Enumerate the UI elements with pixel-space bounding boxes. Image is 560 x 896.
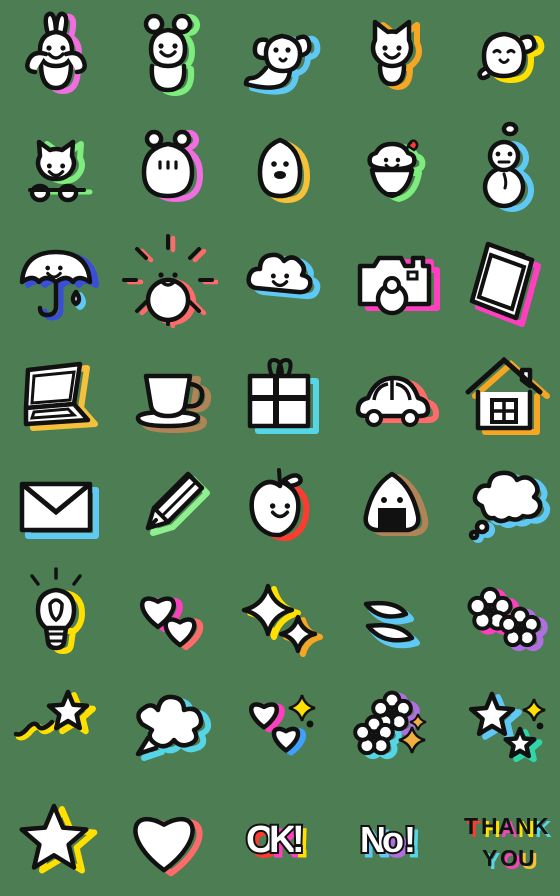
emoji-cell-pencil[interactable]: Pencil — [112, 448, 224, 560]
svg-text:K: K — [532, 813, 549, 839]
emoji-cell-shaved-ice[interactable]: Shaved ice — [336, 112, 448, 224]
svg-text:A: A — [498, 813, 515, 839]
emoji-cell-cat-smiling[interactable]: Cat smiling — [336, 0, 448, 112]
emoji-cell-stars-sparkle[interactable]: Stars with sparkle — [448, 672, 560, 784]
emoji-cell-seal-winking[interactable]: Seal winking — [448, 0, 560, 112]
emoji-cell-text-thank-you[interactable]: TTHHAANNKKYYOOUUTHANK YOU — [448, 784, 560, 896]
emoji-cell-house[interactable]: House — [448, 336, 560, 448]
emoji-cell-two-flowers[interactable]: Two flowers — [448, 560, 560, 672]
svg-text:!: ! — [292, 819, 305, 861]
emoji-cell-envelope[interactable]: Envelope — [0, 448, 112, 560]
emoji-cell-sweat-drops[interactable]: Sweat drops — [336, 560, 448, 672]
emoji-cell-rice-ball[interactable]: Rice ball onigiri — [336, 448, 448, 560]
emoji-cell-gift-box[interactable]: Gift box — [224, 336, 336, 448]
emoji-cell-thought-bubble[interactable]: Thought bubble — [448, 448, 560, 560]
emoji-cell-sparkles[interactable]: Sparkles — [224, 560, 336, 672]
emoji-cell-two-hearts[interactable]: Two hearts — [112, 560, 224, 672]
svg-text:O: O — [500, 845, 518, 871]
emoji-cell-text-ok[interactable]: OK!OK!OK! — [224, 784, 336, 896]
emoji-cell-laptop[interactable]: Laptop — [0, 336, 112, 448]
emoji-cell-umbrella-rain[interactable]: Umbrella with raindrop — [0, 224, 112, 336]
emoji-cell-text-no[interactable]: No!No!No! — [336, 784, 448, 896]
emoji-cell-cat-peeking[interactable]: Cat peeking — [0, 112, 112, 224]
emoji-sticker-grid: Rabbit wavingBear smilingDog wavingCat s… — [0, 0, 560, 896]
emoji-cell-apple[interactable]: Smiling apple — [224, 448, 336, 560]
emoji-cell-car[interactable]: Car — [336, 336, 448, 448]
svg-text:U: U — [518, 845, 535, 871]
emoji-cell-speech-burst[interactable]: Speech burst — [112, 672, 224, 784]
emoji-cell-flowers-sparkle[interactable]: Flowers with sparkle — [336, 672, 448, 784]
svg-text:H: H — [481, 813, 498, 839]
emoji-cell-dog-waving[interactable]: Dog waving — [224, 0, 336, 112]
emoji-cell-hearts-sparkle[interactable]: Hearts with sparkle — [224, 672, 336, 784]
emoji-cell-camera[interactable]: Camera — [336, 224, 448, 336]
emoji-cell-cloud-smiling[interactable]: Smiling cloud — [224, 224, 336, 336]
svg-text:Y: Y — [482, 845, 497, 871]
emoji-cell-light-bulb[interactable]: Light bulb — [0, 560, 112, 672]
svg-text:N: N — [515, 813, 532, 839]
svg-text:T: T — [464, 813, 478, 839]
emoji-cell-smartphone[interactable]: Smartphone — [448, 224, 560, 336]
emoji-cell-shooting-star[interactable]: Shooting star — [0, 672, 112, 784]
svg-text:o: o — [382, 819, 404, 860]
emoji-cell-hamster[interactable]: Hamster — [112, 112, 224, 224]
emoji-cell-sun-smiling[interactable]: Smiling sun — [112, 224, 224, 336]
emoji-cell-coffee-cup[interactable]: Coffee cup — [112, 336, 224, 448]
emoji-cell-chick-egg[interactable]: Egg chick — [224, 112, 336, 224]
emoji-cell-snowman[interactable]: Snowman — [448, 112, 560, 224]
emoji-cell-bear-smiling[interactable]: Bear smiling — [112, 0, 224, 112]
svg-text:!: ! — [404, 819, 416, 860]
emoji-cell-rabbit-waving[interactable]: Rabbit waving — [0, 0, 112, 112]
emoji-cell-star[interactable]: Star — [0, 784, 112, 896]
emoji-cell-heart[interactable]: Heart — [112, 784, 224, 896]
